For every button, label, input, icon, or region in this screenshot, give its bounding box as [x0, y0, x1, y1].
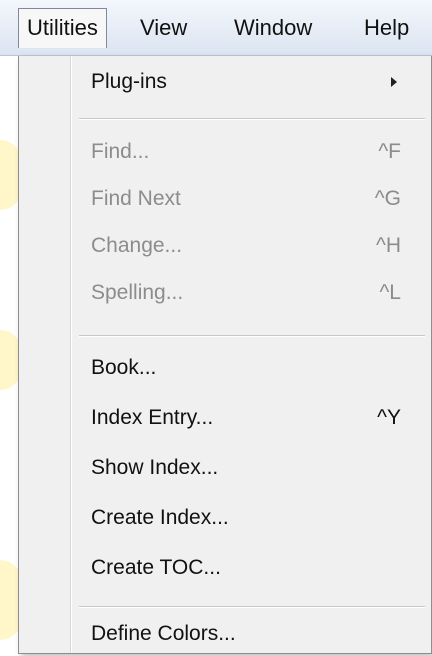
- menu-item-show-index[interactable]: Show Index...: [71, 446, 431, 490]
- menu-item-label: Index Entry...: [91, 406, 214, 429]
- menu-item-create-index[interactable]: Create Index...: [71, 496, 431, 540]
- menu-item-label: Spelling...: [91, 281, 184, 304]
- menu-item-label: Plug-ins: [91, 70, 167, 93]
- menu-bar: Utilities View Window Help: [0, 0, 432, 56]
- menu-separator: [79, 606, 425, 608]
- menu-item-label: Create TOC...: [91, 556, 221, 579]
- menu-item-label: Create Index...: [91, 506, 229, 529]
- menu-item-shortcut: ^Y: [377, 406, 401, 429]
- menu-item-label: Show Index...: [91, 456, 219, 479]
- menu-item-spelling[interactable]: Spelling... ^L: [71, 271, 431, 315]
- menu-icon-gutter: [19, 56, 72, 653]
- menu-item-book[interactable]: Book...: [71, 346, 431, 390]
- menu-help[interactable]: Help: [356, 8, 417, 48]
- menu-item-shortcut: ^F: [378, 140, 401, 163]
- menu-item-label: Change...: [91, 234, 183, 257]
- menu-item-shortcut: ^G: [374, 187, 401, 210]
- menu-item-label: Find Next: [91, 187, 181, 210]
- menu-view[interactable]: View: [132, 8, 195, 48]
- menu-item-find-next[interactable]: Find Next ^G: [71, 177, 431, 221]
- menu-item-label: Find...: [91, 140, 150, 163]
- menu-item-change[interactable]: Change... ^H: [71, 224, 431, 268]
- menu-utilities[interactable]: Utilities: [18, 8, 107, 48]
- menu-item-shortcut: ^L: [379, 281, 401, 304]
- submenu-arrow-icon: [391, 77, 397, 87]
- menu-item-plug-ins[interactable]: Plug-ins: [71, 60, 431, 104]
- menu-window[interactable]: Window: [226, 8, 320, 48]
- menu-item-define-colors[interactable]: Define Colors...: [71, 612, 431, 656]
- menu-item-label: Define Colors...: [91, 622, 236, 645]
- menu-item-find[interactable]: Find... ^F: [71, 130, 431, 174]
- utilities-dropdown-menu: Plug-ins Find... ^F Find Next ^G Change.…: [18, 56, 432, 654]
- menu-item-create-toc[interactable]: Create TOC...: [71, 546, 431, 590]
- menu-separator: [79, 335, 425, 337]
- menu-item-index-entry[interactable]: Index Entry... ^Y: [71, 396, 431, 440]
- menu-item-label: Book...: [91, 356, 157, 379]
- menu-separator: [79, 118, 425, 120]
- menu-item-shortcut: ^H: [375, 234, 401, 257]
